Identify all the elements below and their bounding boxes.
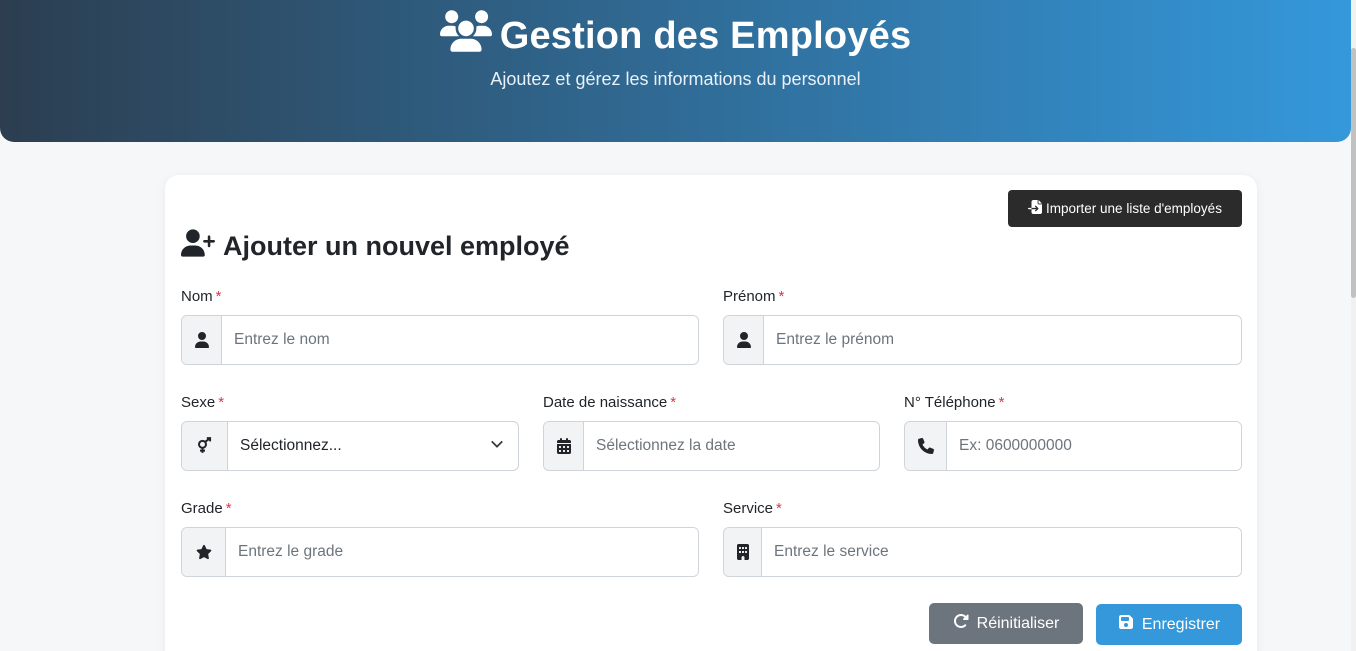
date-naissance-field: Date de naissance * xyxy=(543,394,880,471)
nom-input[interactable] xyxy=(222,316,698,364)
user-icon xyxy=(182,316,222,364)
required-marker: * xyxy=(778,288,785,305)
service-input[interactable] xyxy=(762,528,1241,576)
prenom-input-group xyxy=(723,315,1242,365)
user-plus-icon xyxy=(181,228,215,265)
import-employees-button[interactable]: Importer une liste d'employés xyxy=(1008,190,1242,227)
required-marker: * xyxy=(776,500,782,517)
required-marker: * xyxy=(670,394,677,411)
telephone-input[interactable] xyxy=(947,422,1241,470)
nom-label: Nom * xyxy=(181,288,222,305)
required-marker: * xyxy=(225,500,232,517)
star-icon xyxy=(182,528,226,576)
save-button-label: Enregistrer xyxy=(1141,615,1221,633)
floppy-disk-icon xyxy=(1118,614,1134,635)
phone-icon xyxy=(905,422,947,470)
nom-field: Nom * xyxy=(181,288,699,365)
service-label: Service * xyxy=(723,500,782,517)
required-marker: * xyxy=(218,394,225,411)
page-header: Gestion des Employés Ajoutez et gérez le… xyxy=(0,0,1351,142)
save-button[interactable]: Enregistrer xyxy=(1096,604,1242,645)
telephone-input-group xyxy=(904,421,1242,471)
reset-button[interactable]: Réinitialiser xyxy=(929,603,1083,644)
sexe-field: Sexe * Sélectionnez... xyxy=(181,394,519,471)
employee-form-card: Importer une liste d'employés Ajouter un… xyxy=(165,175,1257,651)
sexe-label: Sexe * xyxy=(181,394,225,411)
reset-button-label: Réinitialiser xyxy=(976,614,1060,632)
import-button-label: Importer une liste d'employés xyxy=(1046,201,1222,216)
date-naissance-input[interactable] xyxy=(584,422,879,470)
form-title: Ajouter un nouvel employé xyxy=(181,228,570,265)
page-title: Gestion des Employés xyxy=(0,10,1351,62)
venus-mars-icon xyxy=(182,422,228,470)
sexe-input-group: Sélectionnez... xyxy=(181,421,519,471)
building-icon xyxy=(724,528,762,576)
telephone-label: N° Téléphone * xyxy=(904,394,1005,411)
grade-input[interactable] xyxy=(226,528,698,576)
users-icon xyxy=(439,10,492,62)
file-import-icon xyxy=(1028,200,1043,217)
required-marker: * xyxy=(998,394,1005,411)
grade-field: Grade * xyxy=(181,500,699,577)
rotate-right-icon xyxy=(953,613,969,634)
scrollbar[interactable] xyxy=(1351,0,1356,651)
scrollbar-thumb[interactable] xyxy=(1351,48,1356,298)
calendar-icon xyxy=(544,422,584,470)
grade-input-group xyxy=(181,527,699,577)
telephone-field: N° Téléphone * xyxy=(904,394,1242,471)
prenom-field: Prénom * xyxy=(723,288,1242,365)
sexe-select[interactable]: Sélectionnez... xyxy=(228,422,518,470)
date-naissance-input-group xyxy=(543,421,880,471)
user-icon xyxy=(724,316,764,364)
grade-label: Grade * xyxy=(181,500,232,517)
nom-input-group xyxy=(181,315,699,365)
form-title-text: Ajouter un nouvel employé xyxy=(223,231,570,261)
page-title-text: Gestion des Employés xyxy=(499,14,912,57)
page-subtitle: Ajoutez et gérez les informations du per… xyxy=(490,69,861,89)
date-naissance-label: Date de naissance * xyxy=(543,394,677,411)
service-input-group xyxy=(723,527,1242,577)
chevron-down-icon xyxy=(490,437,504,456)
required-marker: * xyxy=(215,288,222,305)
sexe-select-value: Sélectionnez... xyxy=(240,437,342,454)
prenom-input[interactable] xyxy=(764,316,1241,364)
service-field: Service * xyxy=(723,500,1242,577)
prenom-label: Prénom * xyxy=(723,288,785,305)
